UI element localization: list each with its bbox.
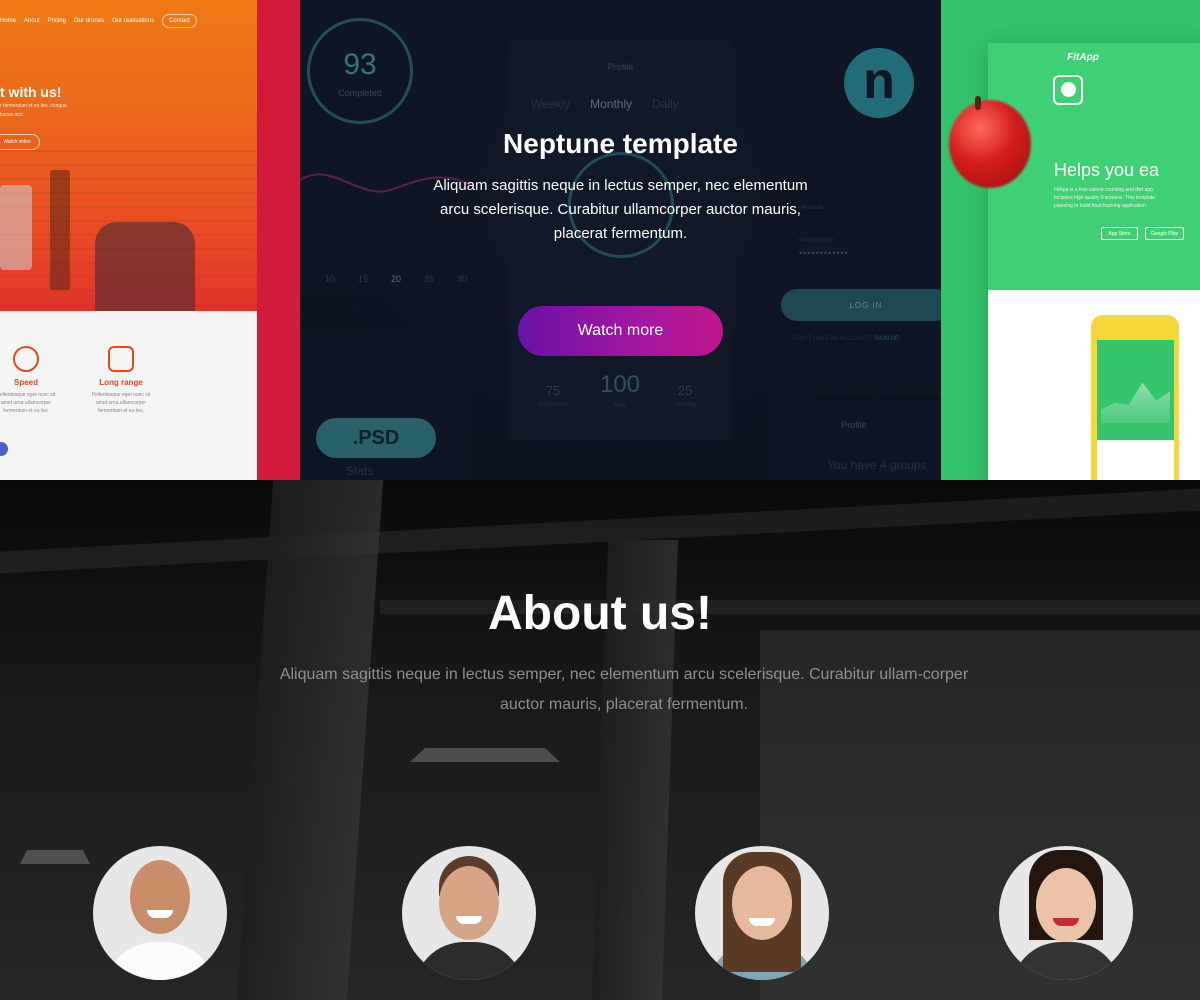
team-member-avatar[interactable] [402,846,536,980]
member-lips [1053,918,1079,926]
drone-image [50,170,70,290]
member-face [130,860,190,934]
nav-item-contact: Contact [162,14,197,28]
nav-item-about: About [24,18,40,24]
orange-subtitle: r fermentum et eu leo. congue, luctus or… [0,103,69,118]
feature-speed: Speed Pellentesque eget nunc sit amet ur… [0,346,61,415]
ceiling-lamp [410,748,560,762]
apple-image [949,100,1031,188]
feature-long-range: Long range Pellentesque eget nunc sit am… [86,346,156,415]
nav-item-pricing: Pricing [47,18,67,24]
template-showcase: Home About Pricing Our drones Our realis… [0,0,1200,480]
fitapp-title: FitApp [1067,52,1099,63]
watch-more-button[interactable]: Watch more [518,306,723,356]
member-smile [456,916,482,924]
drone-icon [108,346,134,372]
hero-description: Aliquam sagittis neque in lectus semper,… [433,177,808,242]
fitapp-template-preview[interactable]: FitApp Helps you ea FitApp is a free cal… [941,0,1200,480]
team-member-avatar[interactable] [999,846,1133,980]
member-top [1011,942,1121,980]
screen-rows [1097,440,1174,480]
about-title: About us! [488,587,712,640]
orange-watch-video-button: Watch video [0,134,40,150]
feature-text: Pellentesque eget nunc sit amet urna ull… [0,392,56,414]
app-store-badge: App Store [1101,227,1138,240]
speed-icon [13,346,39,372]
ceiling-lamp [20,850,90,864]
member-face [732,866,792,940]
member-face [1036,868,1096,942]
fitapp-heading: Helps you ea [1054,160,1160,180]
google-play-badge: Google Play [1145,227,1184,240]
screen-chart [1101,382,1170,423]
feature-text: Pellentesque eget nunc sit amet urna ull… [91,392,151,414]
member-smile [147,910,173,918]
orange-template-preview[interactable]: Home About Pricing Our drones Our realis… [0,0,257,480]
orange-title: t with us! [0,84,62,100]
nav-item-home: Home [0,18,17,24]
team-member-avatar[interactable] [93,846,227,980]
about-description: Aliquam sagittis neque in lectus semper,… [279,666,969,713]
hero-title: Neptune template [503,128,738,159]
member-face [439,866,499,940]
ceiling-beam [0,488,1200,574]
about-section: About us! Aliquam sagittis neque in lect… [0,480,1200,1000]
fitapp-heart-icon [1053,75,1083,105]
nav-item-drones: Our drones [74,18,105,24]
phone-screen [1097,340,1174,480]
member-shirt [105,942,215,980]
feature-title: Speed [13,378,38,387]
heart-icon [1061,82,1076,97]
feature-title: Long range [99,378,143,387]
member-suit [414,942,524,980]
fitapp-text: FitApp is a free calorie counting and di… [1054,187,1156,209]
team-member-avatar[interactable] [695,846,829,980]
apple-stem [975,96,981,110]
orange-nav: Home About Pricing Our drones Our realis… [0,14,197,28]
member-smile [749,918,775,926]
red-divider-strip [257,0,300,480]
nav-item-realisations: Our realisations [112,18,155,24]
drone-controller-image [0,185,32,270]
backpack-image [95,222,195,317]
